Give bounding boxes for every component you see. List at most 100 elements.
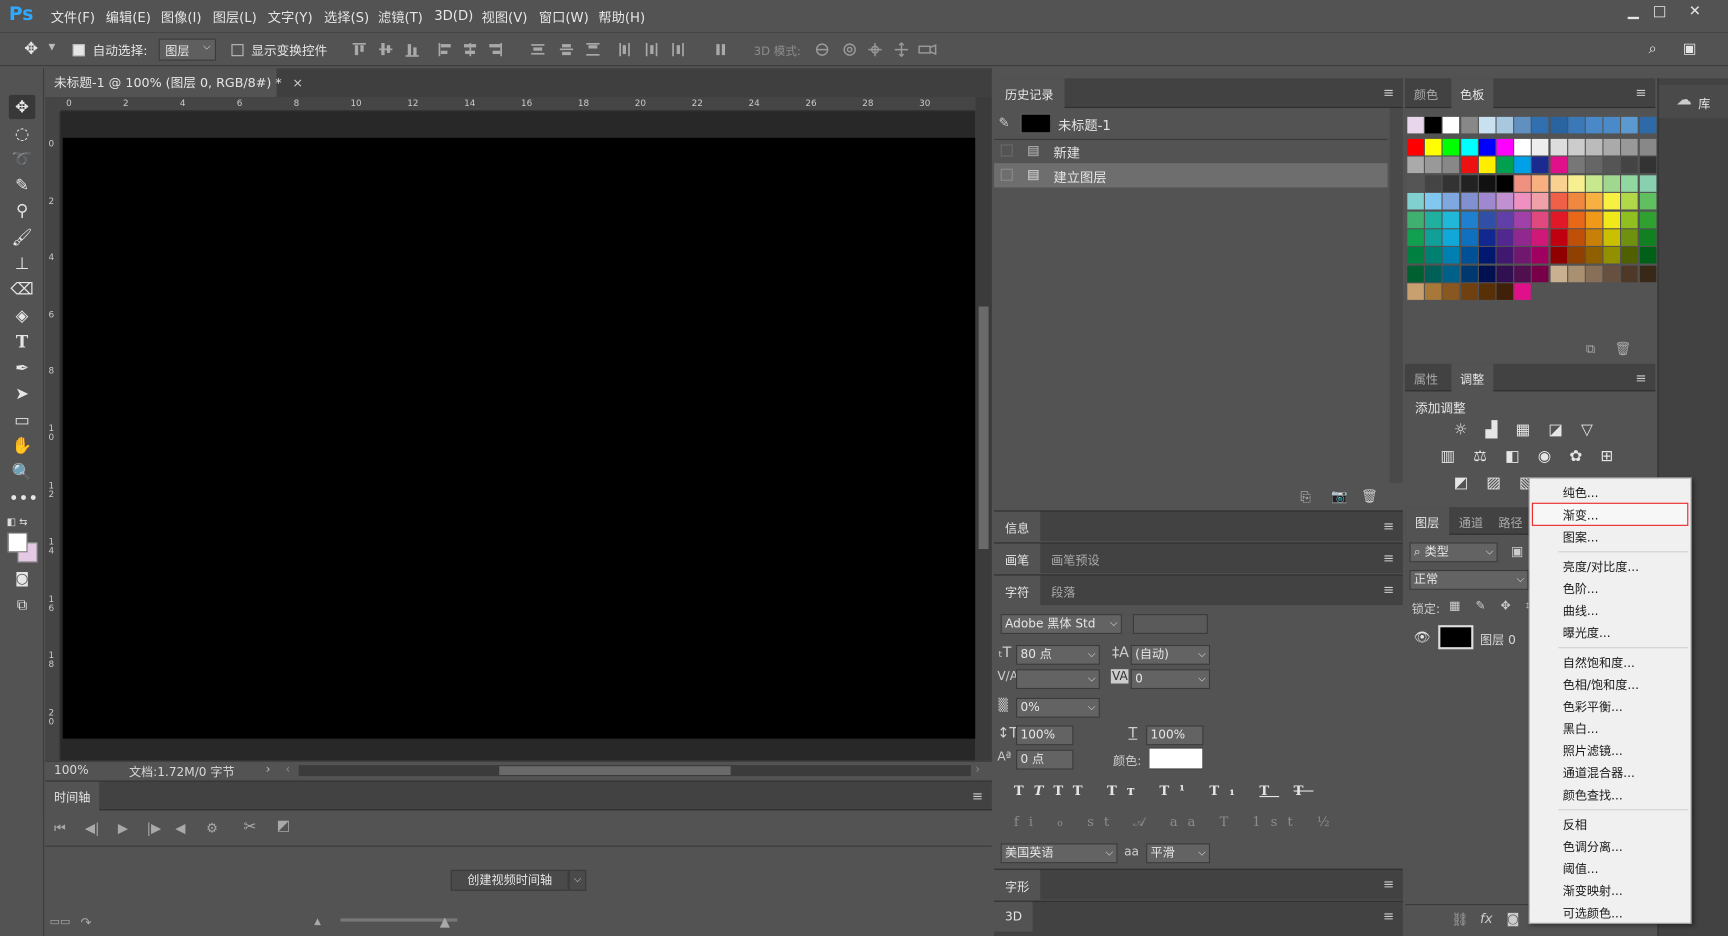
eraser-tool-icon[interactable]: ⌫ [9, 277, 35, 301]
panel-menu-icon[interactable]: ≡ [1383, 85, 1394, 100]
gradient-tool-icon[interactable]: ◈ [9, 303, 35, 327]
tab-info[interactable]: 信息 [994, 511, 1041, 545]
color-swatch[interactable] [1443, 116, 1460, 134]
maximize-button[interactable]: □ [1646, 3, 1672, 20]
color-swatch[interactable] [1478, 229, 1496, 246]
tab-properties[interactable]: 属性 [1405, 364, 1447, 395]
adjustment-icons-row1[interactable]: ☼ ▟ ▦ ◪ ▽ [1454, 421, 1600, 439]
color-swatch[interactable] [1585, 247, 1603, 264]
color-swatch[interactable] [1585, 265, 1603, 283]
color-swatch[interactable] [1585, 193, 1603, 210]
close-icon[interactable]: × [292, 75, 303, 90]
color-swatch[interactable] [1567, 138, 1585, 156]
zoom-in-icon[interactable]: ▲ [440, 914, 450, 929]
color-swatch[interactable] [1603, 229, 1621, 246]
default-colors-icon[interactable]: ◧ ⇆ [7, 517, 28, 528]
menu-item-curves[interactable]: 曲线... [1563, 602, 1599, 620]
zoom-out-icon[interactable]: ▲ [314, 916, 321, 926]
color-swatch[interactable] [1407, 229, 1424, 246]
color-swatch[interactable] [1425, 229, 1442, 246]
trash-icon[interactable]: 🗑 [1614, 341, 1631, 356]
font-size-field[interactable]: 80 点 ⌵ [1016, 644, 1100, 665]
color-swatch[interactable] [1514, 247, 1531, 264]
color-swatch[interactable] [1603, 247, 1621, 264]
color-swatch[interactable] [1621, 138, 1639, 156]
color-swatch[interactable] [1621, 116, 1639, 134]
menu-item-exposure[interactable]: 曝光度... [1563, 624, 1611, 642]
new-swatch-icon[interactable]: ⧉ [1586, 341, 1595, 358]
color-swatch[interactable] [1496, 265, 1514, 283]
timeline-render-icon[interactable]: ↷ [80, 915, 91, 930]
color-swatch[interactable] [1496, 229, 1514, 246]
menu-item-solid-color[interactable]: 纯色... [1563, 484, 1599, 502]
color-swatch[interactable] [1514, 283, 1531, 301]
transform-checkbox[interactable] [231, 42, 244, 57]
color-swatch[interactable] [1567, 247, 1585, 264]
color-swatch[interactable] [1496, 247, 1514, 264]
horizontal-scale-field[interactable]: 100% [1146, 725, 1204, 746]
color-swatch[interactable] [1603, 116, 1621, 134]
color-swatch[interactable] [1407, 283, 1424, 301]
color-swatch[interactable] [1443, 265, 1460, 283]
panel-menu-icon[interactable]: ≡ [1635, 85, 1646, 100]
color-swatch[interactable] [1460, 283, 1478, 301]
mask-icon[interactable]: ◙ [1506, 911, 1519, 926]
color-swatch[interactable] [1443, 175, 1460, 192]
color-swatch[interactable] [1639, 156, 1656, 174]
align-distribute-icons[interactable] [350, 41, 726, 59]
scissors-icon[interactable]: ✂ [244, 818, 257, 836]
panel-menu-icon[interactable]: ≡ [972, 788, 983, 803]
menu-item-brightness-contrast[interactable]: 亮度/对比度... [1563, 558, 1639, 576]
color-swatch[interactable] [1567, 211, 1585, 228]
menu-item-gradient[interactable]: 渐变... [1563, 506, 1599, 524]
play-icon[interactable]: ▶ [118, 820, 128, 835]
stamp-tool-icon[interactable]: ⊥ [9, 251, 35, 275]
color-swatch[interactable] [1550, 193, 1567, 210]
color-swatch[interactable] [1407, 211, 1424, 228]
color-swatch[interactable] [1443, 283, 1460, 301]
color-swatch[interactable] [1460, 211, 1478, 228]
color-swatch[interactable] [1425, 247, 1442, 264]
foreground-color-swatch[interactable] [7, 532, 28, 553]
menu-file[interactable]: 文件(F) [51, 8, 95, 27]
move-tool-icon[interactable]: ✥ [24, 39, 38, 59]
color-swatch[interactable] [1478, 211, 1496, 228]
menu-item-pattern[interactable]: 图案... [1563, 528, 1599, 546]
link-icon[interactable]: ⛓ [1451, 912, 1468, 927]
trash-icon[interactable]: 🗑 [1361, 488, 1378, 503]
color-swatch[interactable] [1514, 116, 1531, 134]
zoom-level[interactable]: 100% [54, 763, 89, 777]
color-swatch[interactable] [1478, 283, 1496, 301]
tab-3d[interactable]: 3D [994, 901, 1034, 932]
screen-mode-icon[interactable]: ⧉ [9, 594, 35, 618]
brush-source-icon[interactable]: ✎ [998, 115, 1009, 130]
transition-icon[interactable]: ◩ [277, 818, 291, 835]
color-swatch[interactable] [1567, 116, 1585, 134]
color-swatch[interactable] [1496, 116, 1514, 134]
document-tab[interactable]: 未标题-1 @ 100% (图层 0, RGB/8#) * × [45, 68, 303, 98]
tab-paths[interactable]: 路径 [1493, 507, 1528, 538]
color-swatch[interactable] [1514, 265, 1531, 283]
color-swatch[interactable] [1478, 116, 1496, 134]
color-swatch[interactable] [1585, 211, 1603, 228]
layer-kind-filter[interactable]: ⌕ 类型 ⌵ [1409, 542, 1498, 563]
color-swatch[interactable] [1550, 247, 1567, 264]
type-tool-icon[interactable]: T [9, 330, 35, 354]
auto-select-checkbox[interactable] [72, 42, 85, 57]
menu-item-levels[interactable]: 色阶... [1563, 580, 1599, 598]
panel-menu-icon[interactable]: ≡ [1383, 550, 1394, 565]
color-swatch[interactable] [1496, 175, 1514, 192]
adjustment-icons-row2[interactable]: ▥ ⚖ ◧ ◉ ✿ ⊞ [1440, 448, 1620, 466]
color-swatch[interactable] [1443, 229, 1460, 246]
color-swatch[interactable] [1443, 156, 1460, 174]
menu-type[interactable]: 文字(Y) [268, 8, 313, 27]
panel-menu-icon[interactable]: ≡ [1635, 370, 1646, 385]
tracking-field[interactable]: 0 ⌵ [1130, 669, 1211, 690]
document-canvas[interactable] [62, 137, 976, 739]
next-frame-icon[interactable]: |▶ [147, 820, 162, 835]
leading-field[interactable]: (自动) ⌵ [1130, 644, 1211, 665]
color-swatch[interactable] [1585, 138, 1603, 156]
color-swatch[interactable] [1478, 175, 1496, 192]
color-swatch[interactable] [1407, 138, 1424, 156]
color-swatch[interactable] [1407, 116, 1424, 134]
